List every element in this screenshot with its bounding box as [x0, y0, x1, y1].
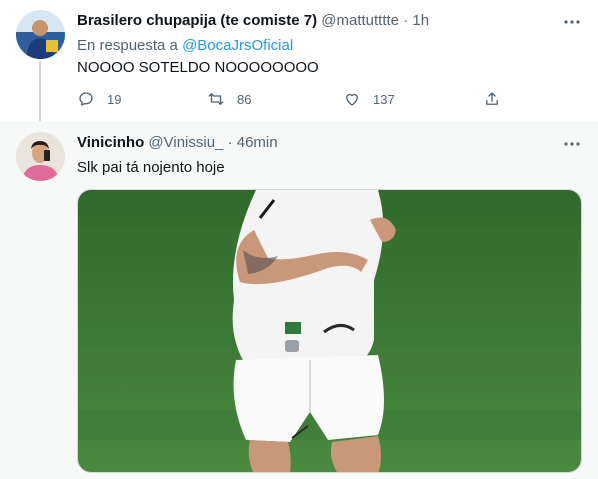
- tweet-text: NOOOO SOTELDO NOOOOOOOO: [77, 59, 319, 76]
- reply-to-link[interactable]: @BocaJrsOficial: [182, 37, 293, 54]
- tweet-header: Brasilero chupapija (te comiste 7) @matt…: [77, 11, 429, 31]
- football-player-photo: [78, 190, 581, 472]
- heart-icon: [346, 93, 358, 106]
- more-icon[interactable]: [562, 12, 582, 32]
- reply-icon: [79, 92, 93, 106]
- like-count: 137: [373, 91, 395, 107]
- retweet-button[interactable]: 86: [207, 89, 251, 109]
- timestamp[interactable]: 1h: [412, 12, 429, 29]
- user-handle[interactable]: @Vinissiu_: [148, 134, 223, 151]
- user-handle[interactable]: @mattutttte: [321, 12, 399, 29]
- tweet-text: Slk pai tá nojento hoje: [77, 159, 225, 176]
- reply-button[interactable]: 19: [77, 89, 121, 109]
- separator-dot: ·: [403, 12, 409, 29]
- tweet-parent[interactable]: Brasilero chupapija (te comiste 7) @matt…: [0, 0, 598, 121]
- timestamp[interactable]: 46min: [237, 134, 278, 151]
- reply-count: 19: [107, 91, 122, 107]
- share-icon: [486, 92, 498, 105]
- tweet-media-image[interactable]: [77, 189, 582, 473]
- retweet-icon: [208, 93, 224, 105]
- share-button[interactable]: [483, 89, 513, 109]
- tweet-header: Vinicinho @Vinissiu_ · 46min: [77, 133, 278, 153]
- avatar-brasilero[interactable]: [16, 10, 65, 59]
- display-name[interactable]: Brasilero chupapija (te comiste 7): [77, 12, 317, 29]
- reply-context: En respuesta a @BocaJrsOficial: [77, 36, 293, 56]
- thread-connector-line: [39, 61, 41, 121]
- more-icon[interactable]: [562, 134, 582, 154]
- reply-prefix: En respuesta a: [77, 37, 178, 54]
- tweet-reply[interactable]: Vinicinho @Vinissiu_ · 46min Slk pai tá …: [0, 121, 598, 479]
- display-name[interactable]: Vinicinho: [77, 134, 144, 151]
- avatar-vinicinho[interactable]: [16, 132, 65, 181]
- like-button[interactable]: 137: [343, 89, 395, 109]
- retweet-count: 86: [237, 91, 252, 107]
- action-bar: 19 86 137: [77, 89, 517, 109]
- separator-dot: ·: [227, 134, 233, 151]
